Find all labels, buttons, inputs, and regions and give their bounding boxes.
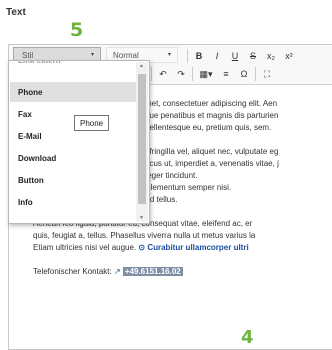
external-link-icon: ↗ [113,267,121,276]
scrollbar-thumb[interactable] [138,74,146,204]
text-line: ncus ut, imperdiet a, venenatis vitae, j [145,159,279,168]
contact-label: Telefonischer Kontakt: [33,267,112,276]
subscript-button[interactable]: x₂ [262,48,280,64]
paragraph-line: quis, feugiat a, tellus. Phasellus viver… [33,231,256,240]
undo-button[interactable]: ↶ [154,66,172,82]
underline-button[interactable]: U [226,48,244,64]
text-line: pellentesque eu, pretium quis, sem. [145,123,272,132]
marker-5: 5 [70,19,84,41]
table-button[interactable]: ▦▾ [195,66,217,82]
toolbar-separator [151,67,152,81]
text-line: , fringilla vel, aliquet nec, vulputate … [145,147,279,156]
field-label: Text [6,7,26,18]
tooltip: Phone [74,115,110,131]
dropdown-item-email[interactable]: E-Mail [10,126,136,146]
link-icon: ⊙ [138,243,146,252]
format-combo-value: Normal [113,50,139,60]
dropdown-item-info[interactable]: Info [10,192,136,212]
toolbar-separator [192,67,193,81]
dropdown-item-link-extern[interactable]: Link extern [10,61,136,68]
italic-button[interactable]: I [208,48,226,64]
chevron-down-icon: ▾ [90,52,94,58]
dropdown-scrollbar[interactable]: ▲ ▼ [136,62,148,222]
toolbar-row-2: Tx ↶ ↷ ▦▾ ≡ Ω ⛶ [131,65,276,83]
dropdown-item-phone[interactable]: Phone [10,82,136,102]
dropdown-item-button[interactable]: Button [10,170,136,190]
paragraph-link[interactable]: Curabitur ullamcorper ultri [147,243,248,252]
text-line: teger tincidunt. [145,171,198,180]
style-dropdown: Link extern Phone Fax E-Mail Download Bu… [8,60,150,224]
redo-button[interactable]: ↷ [172,66,190,82]
text-line: que penatibus et magnis dis parturien [145,111,279,120]
toolbar-row-1: B I U S x₂ x² [185,47,298,65]
phone-link[interactable]: +49.6151.16.02 [122,267,183,276]
paragraph-line: Etiam ultricies nisi vel augue. ⊙ Curabi… [33,242,249,254]
scroll-up-icon[interactable]: ▲ [139,63,144,69]
toolbar-separator [255,67,256,81]
horizontal-line-button[interactable]: ≡ [217,66,235,82]
contact-line: Telefonischer Kontakt: ↗ +49.6151.16.02 [33,266,183,278]
style-combo-value: Stil [22,50,34,60]
bold-button[interactable]: B [190,48,208,64]
chevron-down-icon: ▾ [167,52,171,58]
superscript-button[interactable]: x² [280,48,298,64]
special-char-button[interactable]: Ω [235,66,253,82]
marker-4: 4 [241,327,254,348]
scroll-down-icon[interactable]: ▼ [139,215,144,221]
dropdown-item-fax[interactable]: Fax [10,104,136,124]
text-line: met, consectetuer adipiscing elit. Aen [145,99,278,108]
toolbar-separator [187,49,188,63]
strikethrough-button[interactable]: S [244,48,262,64]
maximize-button[interactable]: ⛶ [258,66,276,82]
paragraph-text: Etiam ultricies nisi vel augue. [33,243,137,252]
dropdown-item-download[interactable]: Download [10,148,136,168]
